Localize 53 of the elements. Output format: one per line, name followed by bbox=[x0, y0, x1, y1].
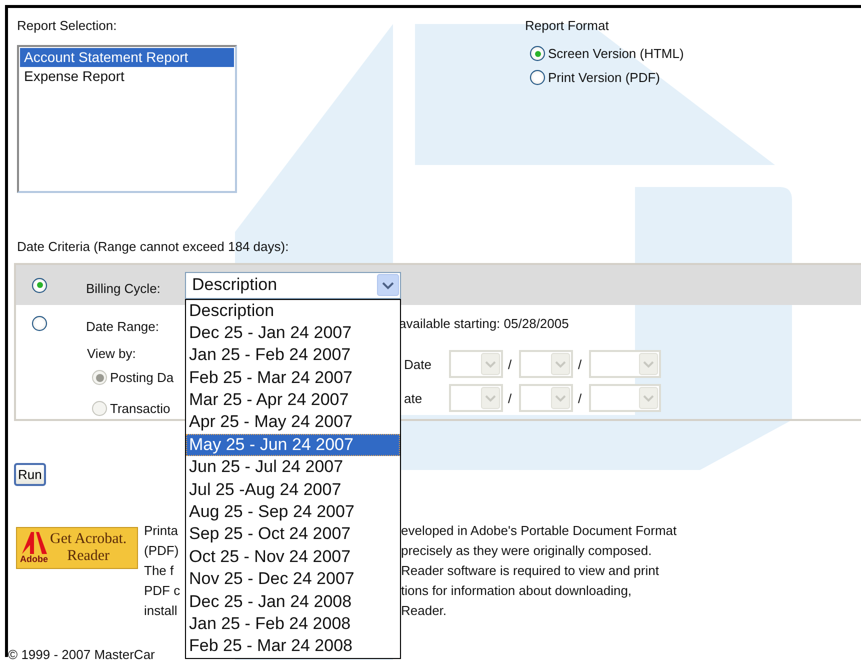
field-label: Date bbox=[403, 356, 432, 372]
info-text: (PDF) bbox=[144, 542, 180, 560]
info-text: PDF c bbox=[144, 582, 180, 600]
info-text: Reader software is required to view and print bbox=[400, 562, 660, 580]
field-label: ate bbox=[403, 390, 424, 406]
dropdown-option[interactable]: Feb 25 - Mar 24 2007 bbox=[186, 366, 400, 390]
copyright-text: © 1999 - 2007 MasterCar bbox=[8, 647, 155, 660]
list-item[interactable]: Account Statement Report bbox=[20, 48, 234, 67]
dropdown-option[interactable]: Oct 25 - Nov 24 2007 bbox=[186, 546, 400, 568]
info-text: The f bbox=[144, 562, 175, 580]
date-separator: / bbox=[508, 390, 513, 406]
dropdown-option[interactable]: Aug 25 - Sep 24 2007 bbox=[186, 501, 400, 524]
adobe-logo-icon bbox=[21, 532, 47, 554]
dropdown-option[interactable]: Jan 25 - Feb 24 2007 bbox=[186, 344, 400, 367]
dropdown-option[interactable]: Description bbox=[186, 300, 400, 322]
dropdown-option[interactable]: May 25 - Jun 24 2007 bbox=[186, 434, 400, 456]
radio-button[interactable] bbox=[32, 278, 47, 292]
dropdown-option[interactable]: Jul 25 -Aug 24 2007 bbox=[186, 478, 400, 502]
info-text: eveloped in Adobe's Portable Document Format bbox=[400, 522, 678, 540]
date-separator: / bbox=[578, 356, 583, 372]
radio-label: Posting Da bbox=[110, 370, 174, 385]
dropdown-option[interactable]: Sep 25 - Oct 24 2007 bbox=[186, 523, 400, 546]
availability-text: available starting: 05/28/2005 bbox=[399, 316, 570, 331]
section-label: Date Criteria (Range cannot exceed 184 days): bbox=[17, 239, 290, 255]
info-text: precisely as they were originally composed. bbox=[400, 542, 653, 560]
dropdown-option[interactable]: Mar 25 - Apr 24 2007 bbox=[186, 389, 400, 412]
dropdown-option[interactable]: Nov 25 - Dec 24 2007 bbox=[186, 568, 400, 591]
dropdown-option[interactable]: Jun 25 - Jul 24 2007 bbox=[186, 456, 400, 479]
info-text: install bbox=[144, 602, 178, 620]
dropdown-option[interactable]: Jan 25 - Feb 24 2008 bbox=[186, 612, 400, 636]
report-listbox[interactable]: Account Statement Report Expense Report bbox=[17, 45, 237, 193]
info-text: Printa bbox=[144, 522, 179, 540]
run-button[interactable]: Run bbox=[14, 463, 46, 486]
dropdown-option[interactable]: Feb 25 - Mar 24 2008 bbox=[186, 635, 400, 658]
info-text: Reader. bbox=[400, 602, 448, 620]
radio-label: Print Version (PDF) bbox=[548, 70, 660, 85]
field-label: Billing Cycle: bbox=[86, 280, 162, 296]
dropdown-option[interactable]: Dec 25 - Jan 24 2007 bbox=[186, 322, 400, 344]
list-item[interactable]: Expense Report bbox=[20, 67, 234, 86]
radio-label: Screen Version (HTML) bbox=[548, 46, 684, 61]
dropdown-option[interactable]: Apr 25 - May 24 2007 bbox=[186, 411, 400, 434]
radio-label: Transactio bbox=[110, 401, 170, 416]
billing-cycle-select[interactable]: Description bbox=[185, 272, 401, 298]
date-separator: / bbox=[578, 390, 583, 406]
date-separator: / bbox=[508, 356, 513, 372]
field-label: Date Range: bbox=[86, 318, 160, 334]
get-acrobat-reader-link[interactable]: Adobe Get Acrobat. Reader bbox=[16, 527, 138, 569]
dropdown-option[interactable]: Dec 25 - Jan 24 2008 bbox=[186, 590, 400, 613]
info-text: tions for information about downloading, bbox=[400, 582, 633, 600]
radio-button[interactable] bbox=[32, 316, 47, 331]
field-label: View by: bbox=[86, 346, 137, 362]
section-label: Report Selection: bbox=[17, 18, 118, 34]
section-label: Report Format bbox=[525, 18, 610, 34]
